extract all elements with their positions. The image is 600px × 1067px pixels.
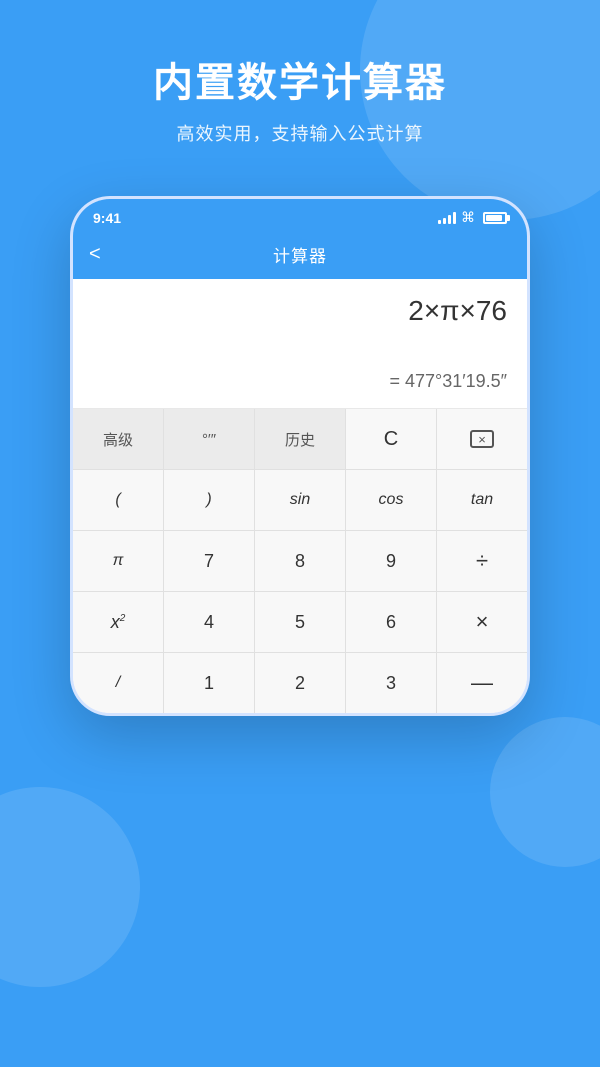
key-row-4: x2 4 5 6 × [73,592,527,653]
key-square[interactable]: x2 [73,592,164,652]
app-title: 计算器 [273,242,327,267]
key-history[interactable]: 历史 [255,409,346,469]
key-delete[interactable] [437,409,527,469]
key-3[interactable]: 3 [346,653,437,713]
signal-icon [438,212,456,224]
key-pi[interactable]: π [73,531,164,591]
key-advanced[interactable]: 高级 [73,409,164,469]
promo-header: 内置数学计算器 高效实用，支持输入公式计算 [0,0,600,176]
wifi-icon: ⌘ [461,209,475,226]
key-minus[interactable]: — [437,653,527,713]
key-6[interactable]: 6 [346,592,437,652]
status-icons: ⌘ [438,209,507,226]
input-expression: 2×π×76 [93,295,507,327]
bg-decoration-3 [490,717,600,867]
display-area: 2×π×76 = 477°31′19.5″ [73,279,527,409]
key-divide[interactable]: ÷ [437,531,527,591]
key-tan[interactable]: tan [437,470,527,530]
result-expression: = 477°31′19.5″ [93,371,507,392]
key-7[interactable]: 7 [164,531,255,591]
key-row-2: ( ) sin cos tan [73,470,527,531]
key-row-1: 高级 °′″ 历史 C [73,409,527,470]
key-4[interactable]: 4 [164,592,255,652]
phone-mockup: 9:41 ⌘ < 计算器 2×π×76 = 477°31′19 [0,196,600,716]
sub-title: 高效实用，支持输入公式计算 [30,120,570,146]
battery-icon [483,212,507,224]
delete-icon [470,430,494,448]
key-paren-close[interactable]: ) [164,470,255,530]
key-multiply[interactable]: × [437,592,527,652]
key-5[interactable]: 5 [255,592,346,652]
key-row-3: π 7 8 9 ÷ [73,531,527,592]
status-time: 9:41 [93,210,121,226]
main-title: 内置数学计算器 [30,50,570,108]
key-paren-open[interactable]: ( [73,470,164,530]
key-1[interactable]: 1 [164,653,255,713]
phone-frame: 9:41 ⌘ < 计算器 2×π×76 = 477°31′19 [70,196,530,716]
key-row-5: / 1 2 3 — [73,653,527,713]
app-header: < 计算器 [73,234,527,279]
key-sin[interactable]: sin [255,470,346,530]
key-9[interactable]: 9 [346,531,437,591]
key-clear[interactable]: C [346,409,437,469]
bg-decoration-2 [0,787,140,987]
key-2[interactable]: 2 [255,653,346,713]
calculator-keyboard: 高级 °′″ 历史 C ( [73,409,527,713]
status-bar: 9:41 ⌘ [73,199,527,234]
key-slash[interactable]: / [73,653,164,713]
key-8[interactable]: 8 [255,531,346,591]
key-cos[interactable]: cos [346,470,437,530]
key-degrees[interactable]: °′″ [164,409,255,469]
back-button[interactable]: < [89,243,101,266]
